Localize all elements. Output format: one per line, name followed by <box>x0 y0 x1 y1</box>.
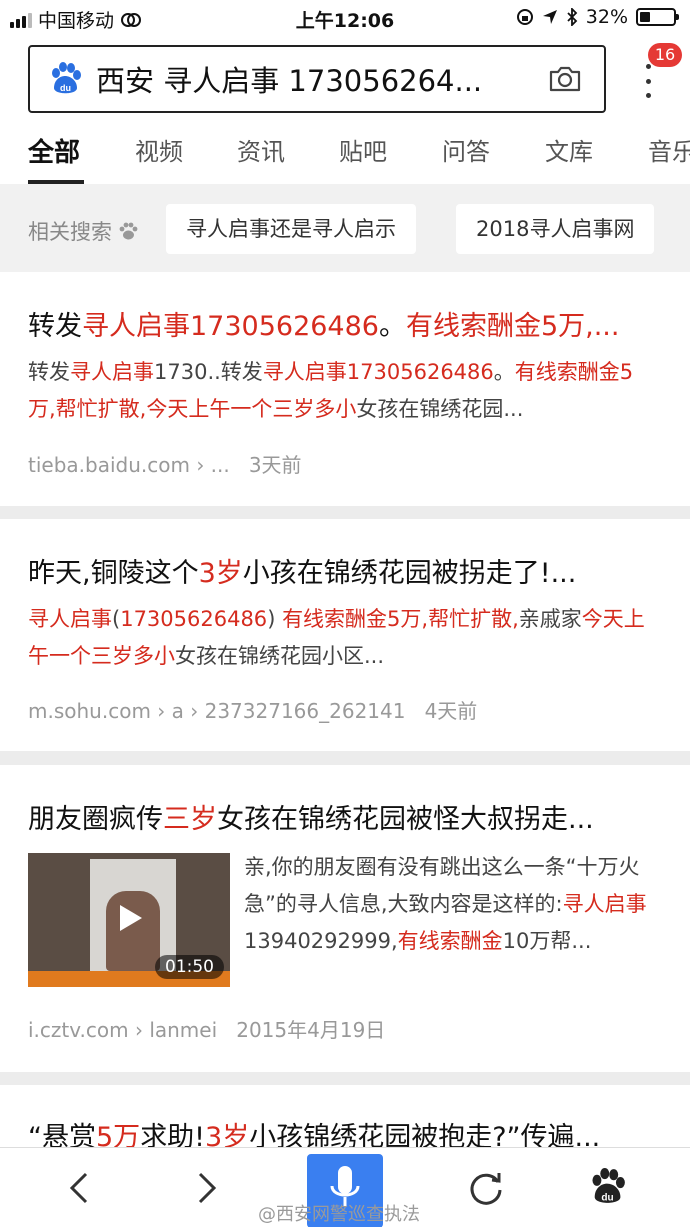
result-title[interactable]: 朋友圈疯传三岁女孩在锦绣花园被怪大叔拐走... <box>28 797 668 836</box>
result-snippet: 转发寻人启事1730..转发寻人启事17305626486。有线索酬金5万,帮忙… <box>28 354 660 428</box>
tab-wenku[interactable]: 文库 <box>545 132 593 167</box>
highlighted-text: 寻人启事 <box>70 360 154 384</box>
highlighted-text: 寻人启事 <box>28 607 112 631</box>
battery-percent: 32% <box>585 6 628 28</box>
text-segment: 女孩在锦绣花园小区... <box>175 644 385 668</box>
text-segment: 小孩在锦绣花园被拐走了!... <box>242 558 577 589</box>
highlighted-text: 寻人启事17305626486 <box>82 311 379 342</box>
related-searches: 相关搜索 寻人启事还是寻人启示 2018寻人启事网 <box>0 184 690 272</box>
search-input[interactable]: 西安 寻人启事 173056264... <box>96 58 526 100</box>
text-segment: 转发 <box>28 311 82 342</box>
highlighted-text: 3岁 <box>198 558 243 589</box>
result-source: m.sohu.com › a › 237327166_262141 4天前 <box>28 695 477 724</box>
related-search-chip[interactable]: 寻人启事还是寻人启示 <box>166 204 416 254</box>
result-url: i.cztv.com › lanmei <box>28 1018 218 1042</box>
highlighted-text: 寻人启事 <box>562 892 647 916</box>
notification-badge: 16 <box>648 43 682 67</box>
carrier-name: 中国移动 <box>38 10 115 32</box>
play-icon <box>120 905 142 931</box>
tab-all[interactable]: 全部 <box>28 132 80 169</box>
refresh-icon[interactable] <box>466 1168 506 1208</box>
result-source: i.cztv.com › lanmei 2015年4月19日 <box>28 1014 385 1043</box>
tab-qa[interactable]: 问答 <box>442 132 490 167</box>
highlighted-text: 三岁 <box>163 804 217 835</box>
search-header: du 西安 寻人启事 173056264... 16 全部 视频 资讯 贴吧 问… <box>0 36 690 184</box>
text-segment: 。 <box>493 360 515 384</box>
bottom-toolbar: du @西安网警巡查执法 <box>0 1147 690 1227</box>
tab-news[interactable]: 资讯 <box>237 132 285 167</box>
highlighted-text: 有线索酬金 <box>397 929 503 953</box>
video-duration: 01:50 <box>155 955 224 979</box>
result-source: tieba.baidu.com › ... 3天前 <box>28 449 302 478</box>
search-result-card[interactable]: “悬赏5万求助!3岁小孩锦绣花园被抱走?”传遍... <box>0 1085 690 1155</box>
related-search-chip[interactable]: 2018寻人启事网 <box>456 204 655 254</box>
highlighted-text: 寻人启事17305626486 <box>262 360 494 384</box>
video-result-card[interactable]: 朋友圈疯传三岁女孩在锦绣花园被怪大叔拐走... 01:50 亲,你的朋友圈有没有… <box>0 765 690 1072</box>
text-segment: 转发 <box>28 360 70 384</box>
text-segment: 1730..转发 <box>154 360 263 384</box>
tab-video[interactable]: 视频 <box>135 132 183 167</box>
svg-text:du: du <box>601 1192 613 1203</box>
status-bar: 中国移动 上午12:06 32% <box>0 0 690 36</box>
result-snippet: 亲,你的朋友圈有没有跳出这么一条“十万火急”的寻人信息,大致内容是这样的:寻人启… <box>244 849 662 960</box>
forward-arrow-icon[interactable] <box>186 1168 226 1208</box>
watermark: @西安网警巡查执法 <box>258 1204 420 1225</box>
related-searches-label: 相关搜索 <box>28 216 138 246</box>
baidu-paw-icon: du <box>52 62 81 94</box>
baidu-home-icon[interactable]: du <box>588 1168 626 1206</box>
result-time: 4天前 <box>424 699 478 723</box>
video-thumbnail[interactable]: 01:50 <box>28 853 230 987</box>
text-segment: 10万帮... <box>502 929 592 953</box>
highlighted-text: 有线索酬金5万,... <box>405 311 620 342</box>
battery-icon <box>636 8 679 26</box>
tab-bar: 全部 视频 资讯 贴吧 问答 文库 音乐 <box>0 132 690 184</box>
result-time: 3天前 <box>248 453 302 477</box>
result-url: m.sohu.com › a › 237327166_262141 <box>28 699 406 723</box>
text-segment: 女孩在锦绣花园... <box>356 397 524 421</box>
text-segment: 女孩在锦绣花园被怪大叔拐走... <box>217 804 594 835</box>
result-time: 2015年4月19日 <box>236 1018 386 1042</box>
signal-icon <box>10 12 32 28</box>
camera-icon[interactable] <box>548 65 582 93</box>
svg-text:du: du <box>60 83 71 93</box>
data-link-icon <box>121 12 142 27</box>
search-result-card[interactable]: 昨天,铜陵这个3岁小孩在锦绣花园被拐走了!... 寻人启事(1730562648… <box>0 519 690 751</box>
tab-music[interactable]: 音乐 <box>648 132 690 167</box>
text-segment: 。 <box>378 311 406 342</box>
text-segment: 亲戚家 <box>518 607 582 631</box>
highlighted-text: 有线索酬金5万,帮忙扩散, <box>282 607 519 631</box>
back-arrow-icon[interactable] <box>60 1168 100 1208</box>
more-vertical-icon[interactable] <box>640 64 656 98</box>
result-title[interactable]: 昨天,铜陵这个3岁小孩在锦绣花园被拐走了!... <box>28 551 668 590</box>
text-segment: 13940292999, <box>244 929 398 953</box>
search-result-card[interactable]: 转发寻人启事17305626486。有线索酬金5万,... 转发寻人启事1730… <box>0 272 690 506</box>
text-segment: ) <box>267 607 283 631</box>
highlighted-text: 17305626486 <box>120 607 268 631</box>
text-segment: 朋友圈疯传 <box>28 804 163 835</box>
result-title[interactable]: 转发寻人启事17305626486。有线索酬金5万,... <box>28 304 668 343</box>
result-snippet: 寻人启事(17305626486) 有线索酬金5万,帮忙扩散,亲戚家今天上午一个… <box>28 601 660 675</box>
bluetooth-icon <box>567 8 578 26</box>
text-segment: 昨天,铜陵这个 <box>28 558 199 589</box>
search-box[interactable]: du 西安 寻人启事 173056264... <box>28 45 606 113</box>
text-segment: ( <box>112 607 121 631</box>
location-icon <box>542 10 557 24</box>
tab-tieba[interactable]: 贴吧 <box>339 132 387 167</box>
paw-icon <box>119 222 138 240</box>
rotation-lock-icon <box>516 9 533 25</box>
result-url: tieba.baidu.com › ... <box>28 453 230 477</box>
